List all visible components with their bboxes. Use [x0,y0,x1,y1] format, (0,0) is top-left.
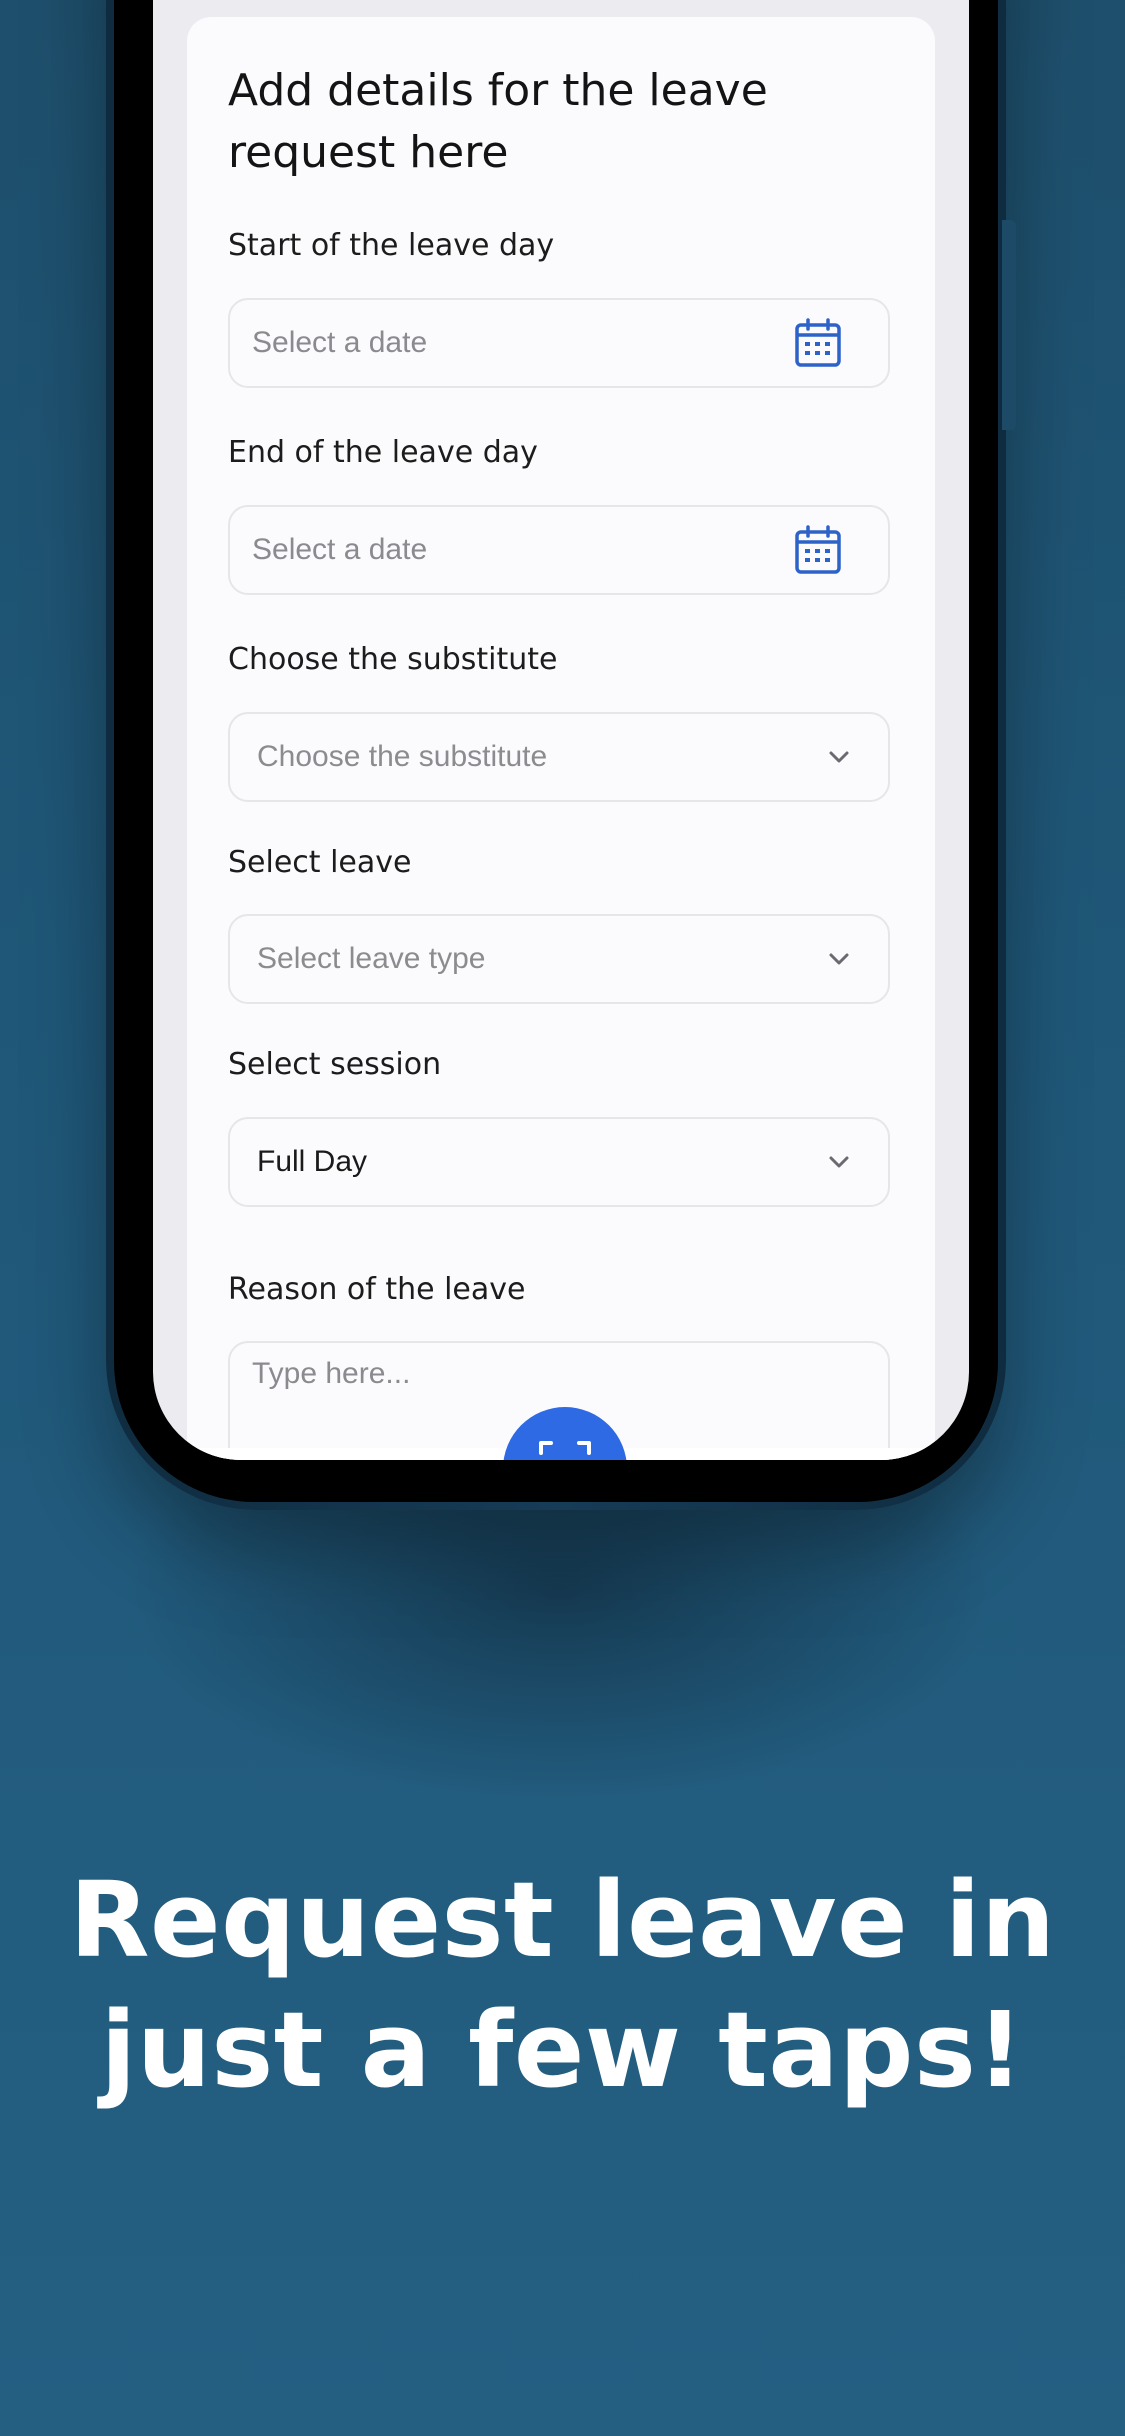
substitute-placeholder: Choose the substitute [257,740,548,773]
scan-icon [539,1441,591,1455]
session-value: Full Day [257,1145,368,1178]
end-date-field[interactable]: Select a date [228,505,890,595]
phone-side-button [1002,220,1016,430]
start-date-placeholder: Select a date [252,326,428,359]
chevron-down-icon [829,953,849,965]
end-date-placeholder: Select a date [252,533,428,566]
chevron-down-icon [829,1156,849,1168]
leave-type-placeholder: Select leave type [257,942,486,975]
promo-headline: Request leave in just a few taps! [0,1855,1125,2115]
phone-screen: Add details for the leave request here S… [153,0,969,1460]
leave-type-label: Select leave [228,845,412,880]
promo-headline-line1: Request leave in [69,1859,1056,1981]
session-label: Select session [228,1047,442,1082]
reason-placeholder: Type here... [252,1357,411,1390]
promo-headline-line2: just a few taps! [100,1989,1025,2111]
substitute-label: Choose the substitute [228,642,558,677]
chevron-down-icon [829,751,849,763]
session-select[interactable]: Full Day [228,1117,890,1207]
calendar-icon[interactable] [794,525,842,575]
substitute-select[interactable]: Choose the substitute [228,712,890,802]
start-date-label: Start of the leave day [228,228,555,263]
start-date-field[interactable]: Select a date [228,298,890,388]
form-title: Add details for the leave request here [228,65,768,178]
leave-type-select[interactable]: Select leave type [228,914,890,1004]
end-date-label: End of the leave day [228,435,538,470]
promo-stage: Add details for the leave request here S… [0,0,1125,2436]
reason-label: Reason of the leave [228,1272,526,1307]
calendar-icon[interactable] [794,318,842,368]
